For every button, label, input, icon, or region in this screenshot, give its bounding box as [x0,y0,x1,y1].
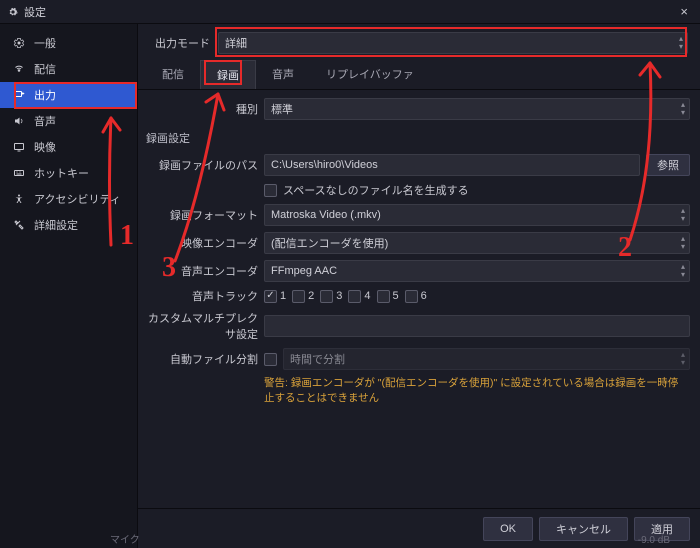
auto-split-mode-select[interactable]: 時間で分割 ▴ ▾ [283,348,690,370]
window-title: 設定 [24,4,46,20]
output-mode-select[interactable]: 詳細 ▴ ▾ [218,32,688,54]
audio-track-6-checkbox[interactable] [405,290,418,303]
sidebar-item-label: 詳細設定 [34,217,78,233]
cancel-button[interactable]: キャンセル [539,517,628,541]
type-select[interactable]: 標準 ▴ ▾ [264,98,690,120]
sidebar-item-advanced[interactable]: 詳細設定 [0,212,137,238]
tab-replay-buffer[interactable]: リプレイバッファ [310,60,430,89]
video-encoder-select[interactable]: (配信エンコーダを使用) ▴ ▾ [264,232,690,254]
audio-track-3-checkbox[interactable] [320,290,333,303]
encoder-warning: 警告: 録画エンコーダが "(配信エンコーダを使用)" に設定されている場合は録… [144,376,690,405]
sidebar-item-label: ホットキー [34,165,89,181]
sidebar-item-label: アクセシビリティ [34,191,121,207]
speaker-icon [12,114,26,128]
tools-icon [12,218,26,232]
antenna-icon [12,62,26,76]
sidebar: 一般 配信 出力 音声 映像 ホットキー [0,24,138,548]
gear-icon [8,7,18,17]
status-db: -9.0 dB [638,535,670,546]
sidebar-item-label: 一般 [34,35,56,51]
chevron-down-icon: ▾ [679,43,683,51]
sidebar-item-label: 配信 [34,61,56,77]
section-recording-settings: 録画設定 [146,130,690,146]
output-mode-label: 出力モード [150,35,210,51]
sidebar-item-accessibility[interactable]: アクセシビリティ [0,186,137,212]
keyboard-icon [12,166,26,180]
auto-split-checkbox[interactable] [264,353,277,366]
sidebar-item-stream[interactable]: 配信 [0,56,137,82]
audio-track-1-checkbox[interactable] [264,290,277,303]
sidebar-item-hotkeys[interactable]: ホットキー [0,160,137,186]
video-encoder-label: 映像エンコーダ [144,235,258,251]
audio-encoder-select[interactable]: FFmpeg AAC ▴ ▾ [264,260,690,282]
auto-split-label: 自動ファイル分割 [144,351,258,367]
custom-mux-input[interactable] [264,315,690,337]
audio-encoder-label: 音声エンコーダ [144,263,258,279]
display-icon [12,140,26,154]
custom-mux-label: カスタムマルチプレクサ設定 [144,310,258,342]
chevron-down-icon: ▾ [681,109,685,117]
chevron-down-icon: ▾ [681,215,685,223]
sidebar-item-output[interactable]: 出力 [0,82,137,108]
chevron-down-icon: ▾ [681,243,685,251]
browse-button[interactable]: 参照 [646,154,690,176]
audio-track-5-checkbox[interactable] [377,290,390,303]
recording-path-input[interactable]: C:\Users\hiro0\Videos [264,154,640,176]
status-mic: マイク [110,531,140,546]
audio-track-2-checkbox[interactable] [292,290,305,303]
recording-format-label: 録画フォーマット [144,207,258,223]
type-label: 種別 [144,101,258,117]
ok-button[interactable]: OK [483,517,533,541]
tab-stream[interactable]: 配信 [146,60,200,89]
tab-recording[interactable]: 録画 [200,60,256,89]
sidebar-item-label: 音声 [34,113,56,129]
nospace-filename-label: スペースなしのファイル名を生成する [283,182,469,198]
sidebar-item-general[interactable]: 一般 [0,30,137,56]
nospace-filename-checkbox[interactable] [264,184,277,197]
sidebar-item-label: 映像 [34,139,56,155]
audio-track-4-checkbox[interactable] [348,290,361,303]
audio-track-label: 音声トラック [144,288,258,304]
gear-icon [12,36,26,50]
close-button[interactable]: × [676,4,692,19]
recording-format-select[interactable]: Matroska Video (.mkv) ▴ ▾ [264,204,690,226]
sidebar-item-label: 出力 [34,87,56,103]
output-icon [12,88,26,102]
tab-audio[interactable]: 音声 [256,60,310,89]
accessibility-icon [12,192,26,206]
chevron-down-icon: ▾ [681,359,685,367]
chevron-down-icon: ▾ [681,271,685,279]
sidebar-item-video[interactable]: 映像 [0,134,137,160]
recording-path-label: 録画ファイルのパス [144,157,258,173]
sidebar-item-audio[interactable]: 音声 [0,108,137,134]
